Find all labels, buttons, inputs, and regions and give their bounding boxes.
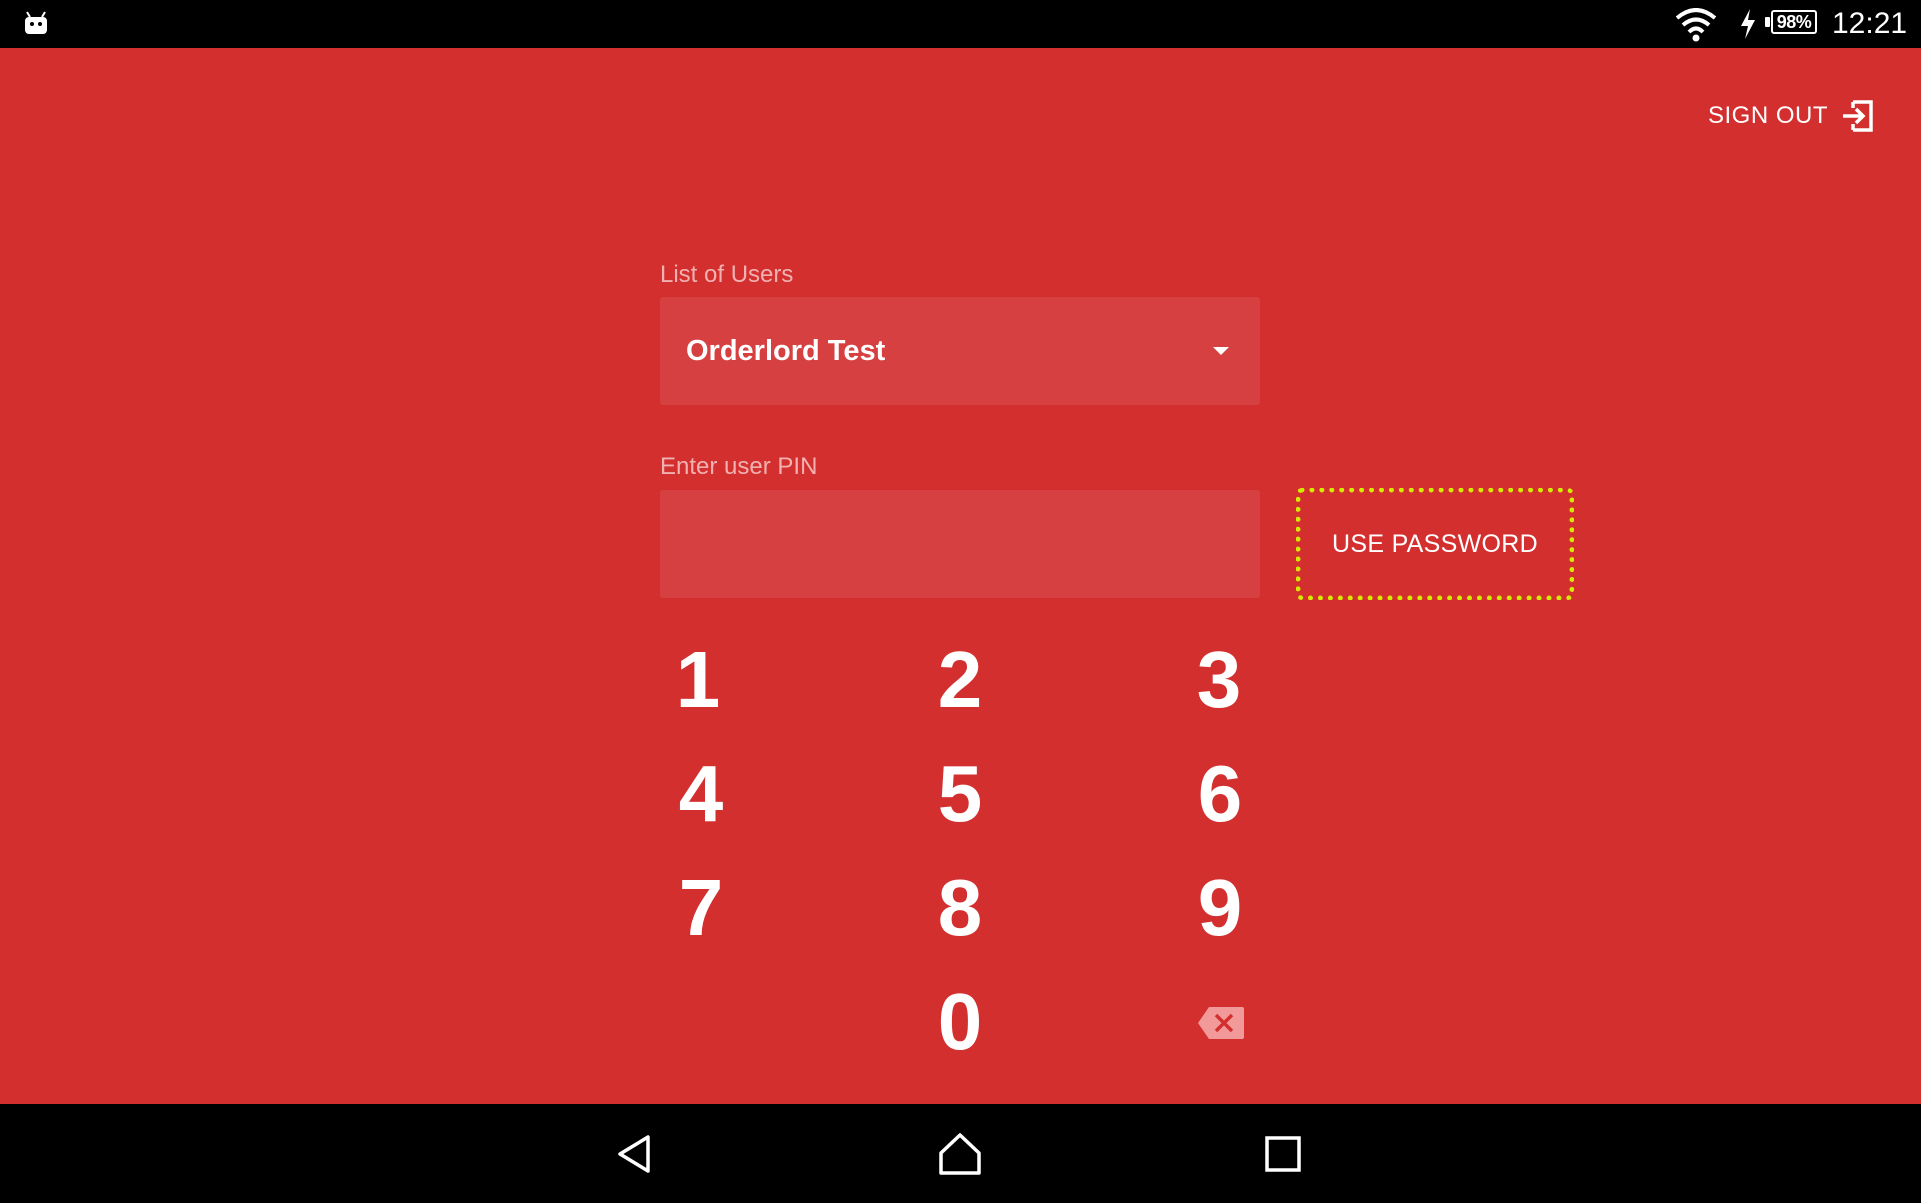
use-password-button[interactable]: USE PASSWORD — [1296, 488, 1574, 600]
keypad-key-7[interactable]: 7 — [646, 858, 756, 958]
battery-icon: 98% — [1765, 10, 1821, 38]
keypad-key-6[interactable]: 6 — [1165, 744, 1275, 844]
navigation-bar — [0, 1104, 1921, 1203]
keypad-key-2[interactable]: 2 — [905, 630, 1015, 730]
status-bar: 98% 12:21 — [0, 0, 1921, 48]
device-screen: 98% 12:21 SIGN OUT List of Users Orderlo… — [0, 0, 1921, 1203]
recents-icon[interactable] — [1259, 1129, 1309, 1179]
keypad-key-5[interactable]: 5 — [905, 744, 1015, 844]
selected-user: Orderlord Test — [686, 335, 886, 367]
pin-input[interactable] — [660, 490, 1260, 598]
charging-bolt-icon — [1741, 9, 1755, 39]
keypad-key-3[interactable]: 3 — [1164, 630, 1274, 730]
android-icon — [25, 11, 47, 34]
wifi-icon — [1675, 8, 1717, 42]
backspace-icon[interactable] — [1196, 1005, 1246, 1041]
pin-label: Enter user PIN — [660, 453, 818, 480]
home-icon[interactable] — [935, 1129, 985, 1179]
status-clock: 12:21 — [1832, 7, 1908, 40]
battery-level: 98% — [1776, 12, 1812, 32]
keypad-key-1[interactable]: 1 — [643, 630, 753, 730]
keypad-key-0[interactable]: 0 — [905, 972, 1015, 1072]
battery-nub — [1765, 17, 1770, 27]
back-icon[interactable] — [612, 1129, 662, 1179]
keypad-key-4[interactable]: 4 — [646, 744, 756, 844]
keypad-key-9[interactable]: 9 — [1165, 858, 1275, 958]
chevron-down-icon — [1213, 347, 1229, 355]
user-select-dropdown[interactable]: Orderlord Test — [660, 297, 1260, 405]
sign-out-label: SIGN OUT — [1708, 102, 1829, 129]
sign-out-button[interactable]: SIGN OUT — [1708, 96, 1876, 136]
keypad-key-8[interactable]: 8 — [905, 858, 1015, 958]
sign-out-icon — [1843, 100, 1873, 132]
users-list-label: List of Users — [660, 261, 794, 288]
